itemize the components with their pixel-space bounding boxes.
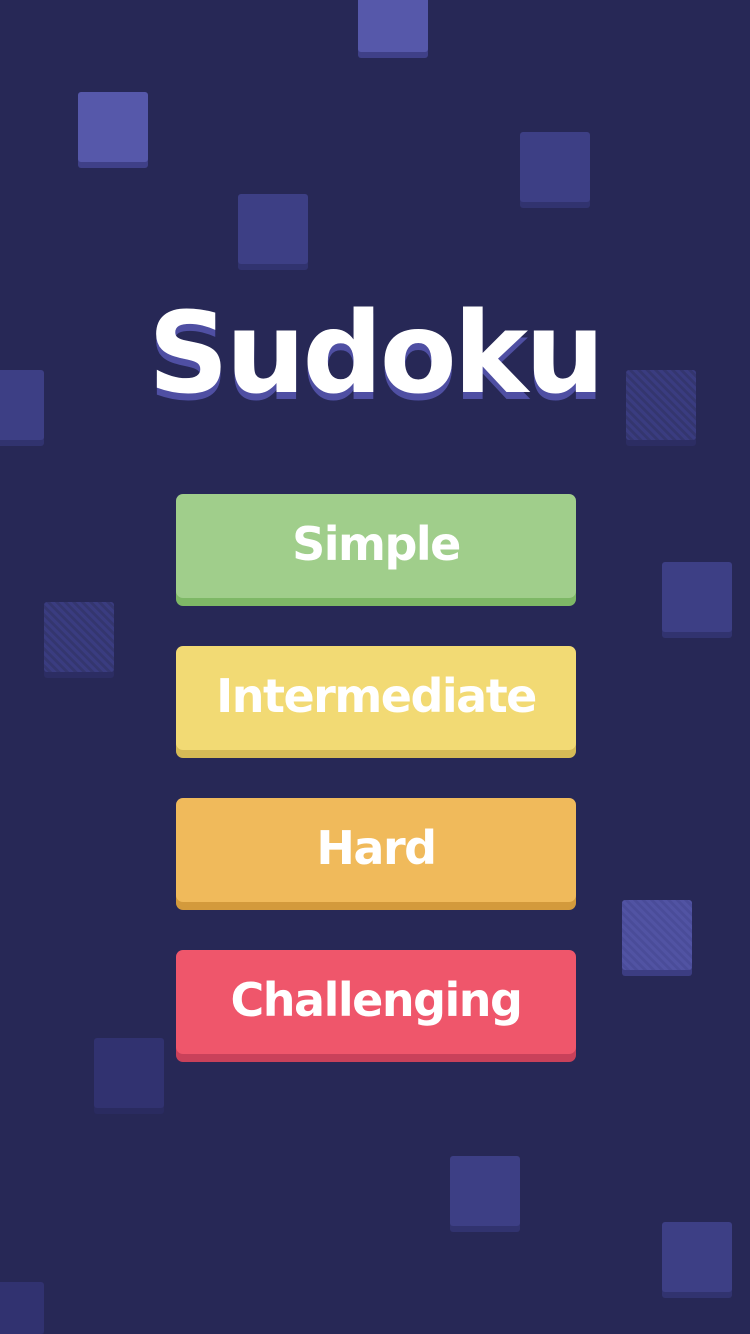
game-title: Sudoku <box>148 289 605 419</box>
background-tile <box>94 1038 164 1108</box>
intermediate-button[interactable]: Intermediate <box>176 646 576 750</box>
background-tile <box>78 92 148 162</box>
challenging-button[interactable]: Challenging <box>176 950 576 1054</box>
simple-button[interactable]: Simple <box>176 494 576 598</box>
background-tile <box>450 1156 520 1226</box>
hard-button[interactable]: Hard <box>176 798 576 902</box>
background-tile <box>0 1282 44 1334</box>
background-tile <box>662 562 732 632</box>
background-tile <box>520 132 590 202</box>
background-tile <box>662 1222 732 1292</box>
background-tile <box>44 602 114 672</box>
background-tile <box>238 194 308 264</box>
background-tile <box>358 0 428 52</box>
background-tile <box>622 900 692 970</box>
